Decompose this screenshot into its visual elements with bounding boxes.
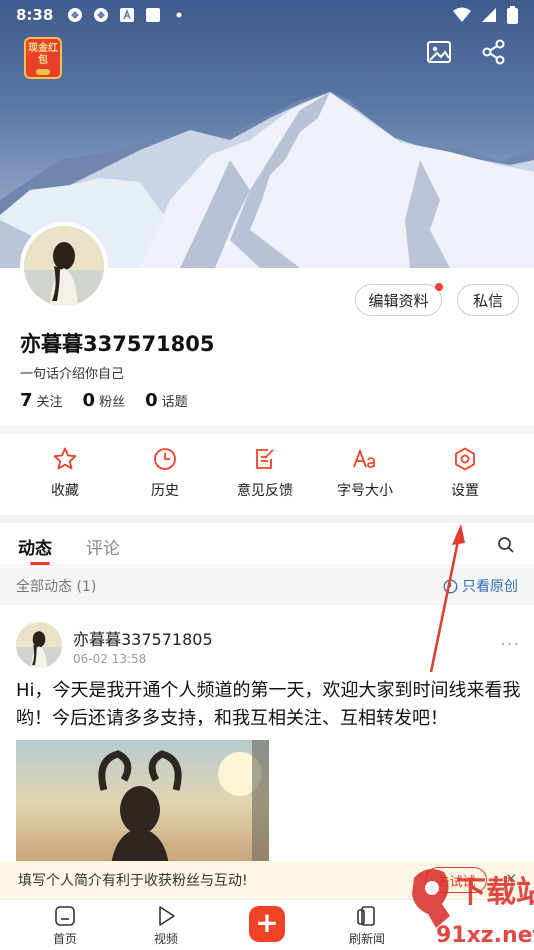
menu-label: 收藏 bbox=[51, 483, 79, 499]
change-cover-image-icon[interactable] bbox=[425, 38, 453, 66]
quick-menu: 收藏 历史 意见反馈 字号大小 设置 bbox=[15, 446, 515, 500]
post-author-avatar[interactable] bbox=[16, 622, 62, 668]
profile-stats: 7 关注 0 粉丝 0 话题 bbox=[20, 390, 188, 411]
app-notification-icon bbox=[94, 8, 109, 22]
publish-button[interactable]: + bbox=[249, 906, 285, 942]
nav-video[interactable]: 视频 bbox=[131, 904, 201, 947]
topics-stat[interactable]: 0 话题 bbox=[145, 390, 188, 411]
post-author-name[interactable]: 亦暮暮337571805 bbox=[73, 626, 213, 650]
original-only-toggle[interactable]: 只看原创 bbox=[443, 576, 518, 596]
play-icon bbox=[159, 906, 175, 926]
active-tab-indicator bbox=[30, 562, 50, 565]
watermark-text: 下载站 bbox=[456, 875, 534, 910]
menu-label: 意见反馈 bbox=[237, 483, 293, 499]
edit-profile-label: 编辑资料 bbox=[368, 291, 429, 310]
followers-count: 0 bbox=[82, 390, 96, 411]
edit-profile-button[interactable]: 编辑资料 bbox=[355, 283, 443, 316]
private-message-button[interactable]: 私信 bbox=[457, 284, 519, 316]
redpacket-label: 现金红包 bbox=[28, 43, 58, 66]
section-divider bbox=[0, 515, 534, 523]
all-dynamics-count: 全部动态 (1) bbox=[16, 579, 97, 595]
clock-icon bbox=[154, 448, 176, 470]
nav-refresh-label: 刷新闻 bbox=[348, 932, 385, 946]
menu-item-font-size[interactable]: 字号大小 bbox=[315, 446, 415, 500]
share-icon[interactable] bbox=[480, 38, 508, 66]
battery-icon bbox=[507, 6, 518, 24]
topics-label: 话题 bbox=[161, 395, 188, 410]
avatar-image bbox=[24, 226, 104, 306]
following-stat[interactable]: 7 关注 bbox=[20, 390, 63, 411]
nav-home[interactable]: 首页 bbox=[30, 904, 100, 947]
post-more-button[interactable]: ··· bbox=[500, 634, 520, 655]
menu-label: 设置 bbox=[451, 483, 479, 499]
section-divider bbox=[0, 426, 534, 434]
nav-video-label: 视频 bbox=[153, 932, 178, 946]
avatar-image bbox=[16, 622, 62, 668]
post-image[interactable] bbox=[16, 740, 269, 865]
menu-label: 历史 bbox=[151, 483, 179, 499]
bio[interactable]: 一句话介绍你自己 bbox=[20, 363, 124, 382]
tab-comments[interactable]: 评论 bbox=[86, 534, 120, 559]
search-icon[interactable] bbox=[497, 536, 515, 554]
home-icon bbox=[55, 906, 75, 926]
banner-text: 填写个人简介有利于收获粉丝与互动! bbox=[18, 873, 248, 889]
feedback-icon bbox=[256, 449, 274, 469]
following-label: 关注 bbox=[36, 395, 63, 410]
followers-stat[interactable]: 0 粉丝 bbox=[83, 390, 126, 411]
radio-icon bbox=[443, 579, 458, 593]
nav-home-label: 首页 bbox=[52, 932, 77, 946]
signal-icon bbox=[482, 8, 496, 22]
status-time: 8:38 bbox=[16, 6, 54, 24]
tab-dynamics[interactable]: 动态 bbox=[18, 534, 52, 559]
post-photo bbox=[16, 740, 269, 865]
menu-item-history[interactable]: 历史 bbox=[115, 446, 215, 500]
filter-bar: 全部动态 (1) 只看原创 bbox=[0, 567, 534, 605]
menu-item-favorites[interactable]: 收藏 bbox=[15, 446, 115, 500]
star-icon bbox=[53, 447, 77, 470]
nav-refresh-news[interactable]: 刷新闻 bbox=[332, 904, 402, 947]
app-notification-icon bbox=[68, 8, 83, 22]
topics-count: 0 bbox=[145, 390, 158, 411]
site-watermark: 下载站 91xz.net bbox=[412, 869, 534, 948]
refresh-news-icon bbox=[357, 906, 375, 926]
following-count: 7 bbox=[20, 390, 33, 411]
original-only-label: 只看原创 bbox=[462, 579, 518, 595]
private-message-label: 私信 bbox=[472, 291, 503, 310]
username: 亦暮暮337571805 bbox=[20, 332, 215, 356]
settings-icon bbox=[455, 447, 475, 471]
menu-item-feedback[interactable]: 意见反馈 bbox=[215, 446, 315, 500]
font-notification-icon bbox=[120, 8, 135, 22]
post-text[interactable]: Hi，今天是我开通个人频道的第一天，欢迎大家到时间线来看我哟！今后还请多多支持，… bbox=[16, 677, 521, 733]
wifi-icon bbox=[453, 7, 471, 22]
avatar[interactable] bbox=[20, 222, 108, 310]
coin-icon bbox=[36, 69, 50, 75]
cash-redpacket-button[interactable]: 现金红包 bbox=[24, 37, 62, 79]
content-tabs: 动态 评论 bbox=[0, 524, 534, 566]
watermark-url: 91xz.net bbox=[436, 923, 534, 948]
notification-dot bbox=[435, 283, 443, 291]
menu-label: 字号大小 bbox=[337, 483, 393, 499]
dot-notification-icon bbox=[176, 12, 182, 18]
menu-item-settings[interactable]: 设置 bbox=[415, 446, 515, 500]
followers-label: 粉丝 bbox=[99, 395, 126, 410]
font-size-icon bbox=[353, 448, 375, 468]
post-timestamp: 06-02 13:58 bbox=[73, 652, 147, 666]
square-notification-icon bbox=[146, 8, 161, 22]
status-bar: 8:38 bbox=[0, 0, 534, 30]
